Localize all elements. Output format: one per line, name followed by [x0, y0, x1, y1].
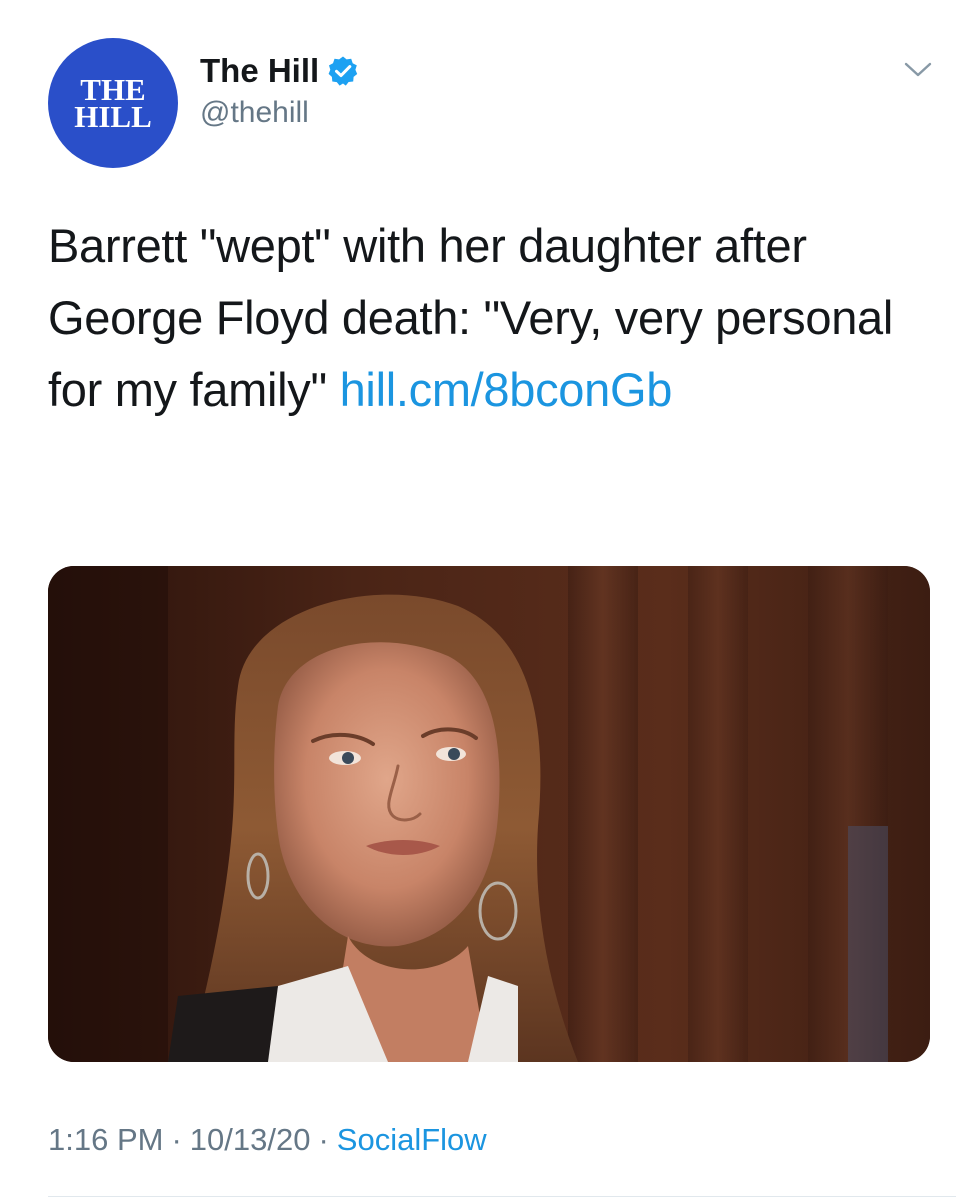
verified-badge-icon	[327, 55, 359, 87]
tweet-date[interactable]: 10/13/20	[190, 1122, 311, 1158]
avatar[interactable]: THE HILL	[48, 38, 178, 168]
display-name[interactable]: The Hill	[200, 52, 319, 90]
tweet-photo[interactable]	[48, 566, 930, 1062]
chevron-down-icon[interactable]	[902, 60, 934, 80]
avatar-logo-line-2: HILL	[74, 99, 152, 134]
divider	[48, 1196, 956, 1197]
tweet-source-link[interactable]: SocialFlow	[337, 1122, 487, 1158]
user-block: The Hill @thehill	[200, 52, 359, 130]
meta-separator: ·	[318, 1122, 329, 1157]
tweet-time[interactable]: 1:16 PM	[48, 1122, 163, 1158]
user-handle[interactable]: @thehill	[200, 96, 359, 130]
meta-separator: ·	[171, 1122, 182, 1157]
tweet-meta: 1:16 PM · 10/13/20 · SocialFlow	[48, 1122, 487, 1158]
tweet-link[interactable]: hill.cm/8bconGb	[340, 363, 673, 416]
tweet-text: Barrett "wept" with her daughter after G…	[48, 210, 928, 426]
photo-illustration	[48, 566, 930, 1062]
tweet: THE HILL The Hill @thehill Barrett "wept…	[0, 0, 956, 1200]
display-name-row: The Hill	[200, 52, 359, 90]
